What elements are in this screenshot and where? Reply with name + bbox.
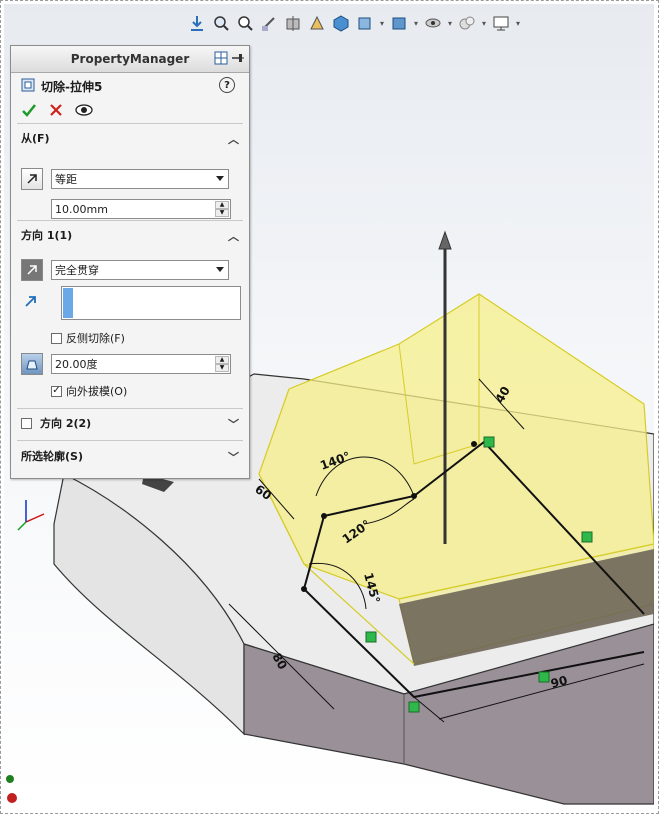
- divider: [17, 220, 243, 221]
- from-condition-row: 等距: [21, 168, 229, 190]
- triad-x: [25, 513, 45, 523]
- draft-outward-row[interactable]: ✓ 向外拔模(O): [51, 383, 127, 399]
- relation-marker: [581, 531, 593, 543]
- collapse-chevron-icon[interactable]: ︿: [228, 131, 239, 147]
- direction1-section-title: 方向 1(1): [21, 229, 73, 242]
- from-direction-icon[interactable]: [21, 168, 43, 190]
- from-offset-value: 10.00mm: [55, 202, 108, 216]
- relation-marker: [408, 701, 420, 713]
- scene-icon[interactable]: [456, 12, 478, 34]
- triad-origin: [7, 793, 17, 803]
- direction1-section-header[interactable]: 方向 1(1) ︿: [11, 225, 249, 245]
- hide-show-icon[interactable]: [388, 12, 410, 34]
- help-button[interactable]: ?: [219, 77, 235, 93]
- sketch-point: [321, 513, 327, 519]
- draft-row: 20.00度 ▲ ▼: [21, 353, 231, 375]
- from-offset-input[interactable]: 10.00mm ▲ ▼: [51, 199, 231, 219]
- relation-marker: [538, 671, 550, 683]
- end-condition-value: 完全贯穿: [55, 264, 99, 277]
- selection-highlight: [63, 288, 73, 318]
- direction-vector-arrow-icon: [23, 293, 43, 313]
- triad-z: [17, 521, 27, 531]
- from-section-header[interactable]: 从(F) ︿: [11, 128, 249, 148]
- direction-vector-row: [23, 286, 241, 320]
- extrude-cut-icon: [21, 78, 35, 95]
- dropdown-arrow-icon[interactable]: ▾: [412, 12, 420, 34]
- direction2-section-header[interactable]: 方向 2(2) ﹀: [11, 413, 249, 433]
- divider: [17, 123, 243, 124]
- selected-contours-section-header[interactable]: 所选轮廓(S) ﹀: [11, 446, 249, 466]
- zoom-fit-icon[interactable]: [210, 12, 232, 34]
- draft-angle-value: 20.00度: [55, 358, 98, 371]
- feature-title: 切除-拉伸5: [41, 79, 103, 94]
- dropdown-arrow-icon[interactable]: ▾: [378, 12, 386, 34]
- split-panel-icon[interactable]: [214, 51, 228, 68]
- appearance-icon[interactable]: [422, 12, 444, 34]
- dropdown-arrow-icon[interactable]: [216, 176, 224, 181]
- divider: [17, 408, 243, 409]
- collapse-chevron-icon[interactable]: ︿: [228, 228, 239, 244]
- draft-angle-input[interactable]: 20.00度 ▲ ▼: [51, 354, 231, 374]
- sketch-point: [301, 586, 307, 592]
- relation-marker: [483, 436, 495, 448]
- direction2-section-title: 方向 2(2): [40, 417, 92, 430]
- from-condition-select[interactable]: 等距: [51, 169, 229, 189]
- pin-icon[interactable]: [231, 51, 245, 68]
- spin-up-icon[interactable]: ▲: [215, 356, 229, 364]
- dropdown-arrow-icon[interactable]: ▾: [514, 12, 522, 34]
- direction2-checkbox[interactable]: [21, 417, 32, 429]
- property-manager: PropertyManager 切除-拉伸5 ? 从(F) ︿ 等距 10.00…: [10, 45, 250, 479]
- cancel-x-icon[interactable]: [49, 103, 63, 120]
- preview-top-face: [258, 293, 654, 600]
- view-orient-icon[interactable]: [186, 12, 208, 34]
- ok-check-icon[interactable]: [21, 102, 37, 121]
- action-buttons: [11, 99, 249, 123]
- direction-arrow-head: [438, 230, 452, 250]
- dropdown-arrow-icon[interactable]: ▾: [446, 12, 454, 34]
- section-view-icon[interactable]: [282, 12, 304, 34]
- view-toolbar: ▾ ▾ ▾ ▾ ▾: [186, 8, 522, 38]
- divider: [17, 440, 243, 441]
- previous-view-icon[interactable]: [258, 12, 280, 34]
- flip-side-checkbox[interactable]: [51, 332, 62, 344]
- end-condition-row: 完全贯穿: [21, 259, 229, 281]
- dynamic-annotation-icon[interactable]: [306, 12, 328, 34]
- dropdown-arrow-icon[interactable]: ▾: [480, 12, 488, 34]
- dropdown-arrow-icon[interactable]: [216, 267, 224, 272]
- end-condition-select[interactable]: 完全贯穿: [51, 260, 229, 280]
- reverse-direction-icon[interactable]: [21, 259, 43, 281]
- property-manager-header: PropertyManager: [11, 46, 249, 73]
- monitor-icon[interactable]: [490, 12, 512, 34]
- view-cube-icon[interactable]: [330, 12, 352, 34]
- feature-title-row: 切除-拉伸5 ?: [11, 73, 249, 99]
- property-manager-title: PropertyManager: [70, 52, 190, 66]
- preview-eye-icon[interactable]: [75, 103, 93, 120]
- spin-down-icon[interactable]: ▼: [215, 364, 229, 372]
- sketch-point: [471, 441, 477, 447]
- draft-icon[interactable]: [21, 353, 43, 375]
- from-section-title: 从(F): [21, 132, 50, 145]
- draft-outward-checkbox[interactable]: ✓: [51, 385, 62, 397]
- expand-chevron-icon[interactable]: ﹀: [228, 416, 239, 432]
- flip-side-row[interactable]: 反侧切除(F): [51, 330, 125, 346]
- selected-contours-title: 所选轮廓(S): [21, 450, 83, 463]
- spin-up-icon[interactable]: ▲: [215, 201, 229, 209]
- from-condition-value: 等距: [55, 173, 77, 186]
- spin-down-icon[interactable]: ▼: [215, 209, 229, 217]
- flip-side-label: 反侧切除(F): [66, 332, 125, 345]
- from-offset-row: 10.00mm ▲ ▼: [51, 199, 231, 219]
- triad-origin: [6, 775, 14, 783]
- draft-outward-label: 向外拔模(O): [66, 385, 128, 398]
- direction-vector-listbox[interactable]: [61, 286, 241, 320]
- display-style-icon[interactable]: [354, 12, 376, 34]
- expand-chevron-icon[interactable]: ﹀: [228, 449, 239, 465]
- relation-marker: [365, 631, 377, 643]
- zoom-area-icon[interactable]: [234, 12, 256, 34]
